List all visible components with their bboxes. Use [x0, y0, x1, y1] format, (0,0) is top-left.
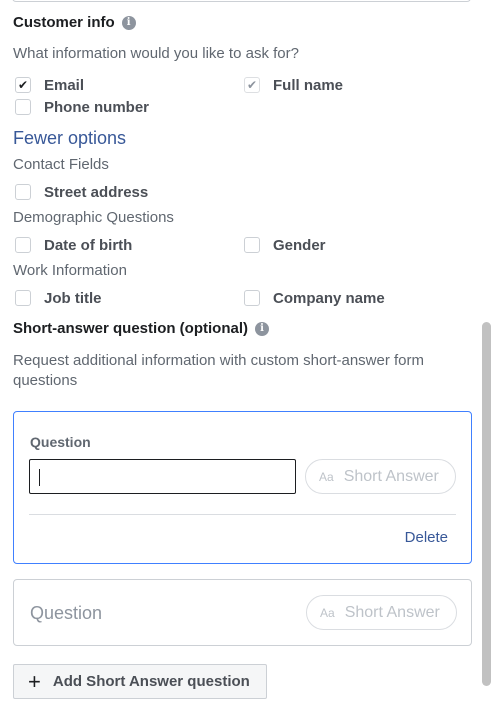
short-answer-title: Short-answer question (optional) — [13, 320, 248, 337]
checkbox-label: Company name — [273, 289, 385, 307]
info-icon[interactable]: i — [255, 321, 269, 336]
divider — [29, 514, 456, 515]
short-answer-type-pill[interactable]: Aa Short Answer — [305, 459, 456, 494]
checkbox[interactable] — [244, 290, 260, 306]
checkbox-street-address[interactable]: Street address — [15, 182, 148, 202]
checkbox-job-title[interactable]: Job title — [15, 288, 102, 308]
question-card-collapsed[interactable]: Question Aa Short Answer — [13, 579, 472, 646]
checkbox-checked-icon: ✔ — [244, 77, 260, 93]
text-caret — [39, 469, 40, 486]
question-label: Question — [30, 434, 91, 450]
checkbox-email[interactable]: ✔ Email — [15, 75, 84, 95]
checkbox[interactable] — [15, 290, 31, 306]
text-type-icon: Aa — [319, 469, 334, 484]
checkbox[interactable] — [244, 237, 260, 253]
checkbox-label: Street address — [44, 183, 149, 201]
checkbox[interactable] — [15, 237, 31, 253]
checkbox-date-of-birth[interactable]: Date of birth — [15, 235, 132, 255]
add-button-label: Add Short Answer question — [52, 673, 250, 690]
checkbox-gender[interactable]: Gender — [244, 235, 326, 255]
checkbox-full-name: ✔ Full name — [244, 75, 343, 95]
checkbox-label: Full name — [273, 76, 344, 94]
group-heading-work: Work Information — [13, 262, 127, 279]
checkbox-label: Gender — [273, 236, 326, 254]
short-answer-type-pill[interactable]: Aa Short Answer — [306, 595, 457, 630]
checkbox-company-name[interactable]: Company name — [244, 288, 385, 308]
customer-info-heading: Customer info i — [13, 14, 136, 31]
question-input[interactable] — [29, 459, 296, 494]
checkbox-label: Date of birth — [44, 236, 133, 254]
add-short-answer-button[interactable]: + Add Short Answer question — [13, 664, 267, 699]
checkbox-phone-number[interactable]: Phone number — [15, 97, 149, 117]
checkbox-label: Phone number — [44, 98, 150, 116]
checkbox-label: Job title — [44, 289, 102, 307]
short-answer-heading: Short-answer question (optional) i — [13, 320, 269, 337]
text-type-icon: Aa — [320, 605, 335, 620]
info-icon[interactable]: i — [121, 15, 136, 30]
type-pill-label: Short Answer — [344, 603, 440, 621]
fewer-options-link[interactable]: Fewer options — [13, 128, 126, 149]
question-placeholder: Question — [30, 603, 103, 623]
group-heading-contact: Contact Fields — [13, 156, 109, 173]
customer-info-title: Customer info — [13, 14, 115, 31]
short-answer-description: Request additional information with cust… — [13, 352, 425, 389]
customer-info-prompt: What information would you like to ask f… — [13, 45, 299, 62]
checkbox-label: Email — [44, 76, 85, 94]
checkbox-checked-icon[interactable]: ✔ — [15, 77, 31, 93]
previous-card-edge — [12, 0, 471, 2]
delete-button[interactable]: Delete — [405, 529, 448, 546]
plus-icon: + — [28, 668, 41, 694]
checkbox[interactable] — [15, 184, 31, 200]
scrollbar-thumb[interactable] — [482, 322, 491, 686]
group-heading-demographic: Demographic Questions — [13, 209, 174, 226]
question-card-active: Question Aa Short Answer Delete — [13, 411, 472, 564]
type-pill-label: Short Answer — [343, 467, 439, 485]
checkbox[interactable] — [15, 99, 31, 115]
